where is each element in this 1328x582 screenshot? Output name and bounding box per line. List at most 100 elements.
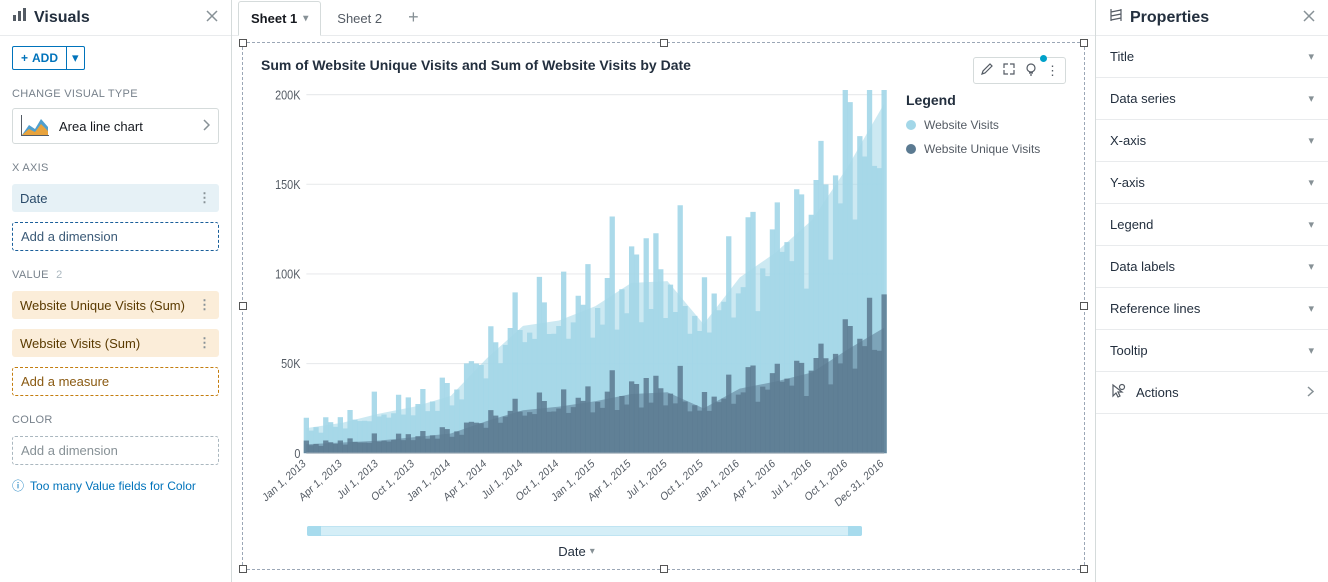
chevron-down-icon: ▾ (1308, 302, 1314, 315)
chart-icon (12, 7, 28, 28)
add-visual-dropdown[interactable]: ▾ (67, 46, 85, 70)
notification-dot (1040, 55, 1047, 62)
tab-sheet-2[interactable]: Sheet 2 (325, 0, 394, 35)
caret-down-icon: ▾ (72, 50, 79, 65)
area-chart-icon (21, 115, 49, 137)
sheet-tabs: Sheet 1 ▾ Sheet 2 + (232, 0, 1095, 36)
cursor-icon (1110, 383, 1126, 402)
color-group-label: COLOR (12, 414, 219, 426)
chart-container: Sum of Website Unique Visits and Sum of … (243, 43, 1084, 569)
legend-label: Website Visits (924, 118, 999, 132)
svg-text:200K: 200K (275, 90, 300, 102)
chevron-right-icon (202, 119, 210, 134)
plus-icon: + (21, 51, 28, 65)
value-group-text: VALUE (12, 269, 49, 281)
chevron-down-icon: ▾ (1308, 134, 1314, 147)
svg-text:150K: 150K (275, 177, 300, 192)
chevron-down-icon: ▾ (1308, 92, 1314, 105)
field-options-icon[interactable]: ⋮ (198, 335, 211, 351)
legend-item-unique[interactable]: Website Unique Visits (906, 142, 1066, 156)
prop-label: Data labels (1110, 259, 1175, 274)
chevron-down-icon[interactable]: ▾ (303, 13, 308, 24)
svg-text:100K: 100K (275, 267, 300, 282)
prop-label: Title (1110, 49, 1134, 64)
tab-sheet-1[interactable]: Sheet 1 ▾ (238, 1, 321, 36)
tab-label: Sheet 1 (251, 11, 297, 26)
selected-visual-frame[interactable]: Sum of Website Unique Visits and Sum of … (242, 42, 1085, 570)
visual-type-name: Area line chart (59, 119, 143, 134)
chart-plot[interactable]: 050K100K150K200KJan 1, 2013Apr 1, 2013Ju… (261, 90, 892, 518)
legend-item-visits[interactable]: Website Visits (906, 118, 1066, 132)
chevron-down-icon: ▾ (1308, 176, 1314, 189)
prop-label: Data series (1110, 91, 1176, 106)
expand-icon[interactable] (1002, 62, 1016, 79)
add-sheet-button[interactable]: + (398, 7, 429, 28)
visuals-panel: Visuals + ADD ▾ CHANGE VISUAL TYPE Area … (0, 0, 232, 582)
more-icon[interactable]: ⋮ (1046, 63, 1059, 79)
prop-legend[interactable]: Legend ▾ (1096, 204, 1328, 246)
prop-y-axis[interactable]: Y-axis ▾ (1096, 162, 1328, 204)
field-label: Website Visits (Sum) (20, 336, 140, 351)
close-icon[interactable] (205, 9, 219, 26)
xaxis-add-dimension[interactable]: Add a dimension (12, 222, 219, 251)
pencil-icon[interactable] (980, 62, 994, 79)
prop-label: Y-axis (1110, 175, 1145, 190)
chevron-right-icon (1307, 386, 1314, 400)
prop-data-series[interactable]: Data series ▾ (1096, 78, 1328, 120)
visuals-panel-header: Visuals (0, 0, 231, 36)
prop-actions[interactable]: Actions (1096, 372, 1328, 414)
chevron-down-icon: ▾ (590, 546, 595, 557)
bulb-icon[interactable] (1024, 62, 1038, 79)
prop-data-labels[interactable]: Data labels ▾ (1096, 246, 1328, 288)
prop-label: Actions (1136, 385, 1179, 400)
color-add-dimension[interactable]: Add a dimension (12, 436, 219, 465)
x-axis-title-text: Date (558, 544, 585, 559)
chart-title: Sum of Website Unique Visits and Sum of … (261, 57, 691, 73)
close-icon[interactable] (1302, 9, 1316, 26)
svg-text:50K: 50K (281, 356, 300, 371)
legend-swatch (906, 144, 916, 154)
legend-title: Legend (906, 92, 1066, 108)
add-visual-group: + ADD ▾ (12, 46, 219, 70)
xaxis-group-label: X AXIS (12, 162, 219, 174)
value-add-measure[interactable]: Add a measure (12, 367, 219, 396)
prop-label: X-axis (1110, 133, 1146, 148)
x-axis-title[interactable]: Date ▾ (261, 544, 892, 559)
value-group-label: VALUE 2 (12, 269, 219, 281)
properties-title: Properties (1130, 9, 1209, 27)
prop-tooltip[interactable]: Tooltip ▾ (1096, 330, 1328, 372)
prop-label: Tooltip (1110, 343, 1148, 358)
prop-label: Legend (1110, 217, 1153, 232)
prop-reference-lines[interactable]: Reference lines ▾ (1096, 288, 1328, 330)
chevron-down-icon: ▾ (1308, 260, 1314, 273)
color-info-row: ⓘ Too many Value fields for Color (12, 477, 219, 494)
add-visual-label: ADD (32, 51, 58, 65)
color-info-text: Too many Value fields for Color (30, 479, 196, 493)
field-label: Date (20, 191, 47, 206)
info-icon: ⓘ (12, 477, 24, 494)
value-field-visits[interactable]: Website Visits (Sum) ⋮ (12, 329, 219, 357)
tab-label: Sheet 2 (337, 11, 382, 26)
value-field-unique[interactable]: Website Unique Visits (Sum) ⋮ (12, 291, 219, 319)
chevron-down-icon: ▾ (1308, 218, 1314, 231)
properties-panel: Properties Title ▾ Data series ▾ X-axis ▾ Y… (1096, 0, 1328, 582)
visual-type-selector[interactable]: Area line chart (12, 108, 219, 144)
chevron-down-icon: ▾ (1308, 344, 1314, 357)
prop-title[interactable]: Title ▾ (1096, 36, 1328, 78)
time-scrubber[interactable] (307, 526, 862, 536)
visuals-title: Visuals (34, 9, 90, 27)
chevron-down-icon: ▾ (1308, 50, 1314, 63)
field-options-icon[interactable]: ⋮ (198, 190, 211, 206)
legend-label: Website Unique Visits (924, 142, 1040, 156)
field-label: Website Unique Visits (Sum) (20, 298, 185, 313)
prop-label: Reference lines (1110, 301, 1200, 316)
chart-toolbar: ⋮ (973, 57, 1066, 84)
prop-x-axis[interactable]: X-axis ▾ (1096, 120, 1328, 162)
sheet-center: Sheet 1 ▾ Sheet 2 + Sum of Website Uniqu… (232, 0, 1096, 582)
field-options-icon[interactable]: ⋮ (198, 297, 211, 313)
properties-panel-header: Properties (1096, 0, 1328, 36)
change-visual-type-label: CHANGE VISUAL TYPE (12, 88, 219, 100)
xaxis-field-date[interactable]: Date ⋮ (12, 184, 219, 212)
add-visual-button[interactable]: + ADD (12, 46, 67, 70)
properties-icon (1108, 7, 1124, 28)
